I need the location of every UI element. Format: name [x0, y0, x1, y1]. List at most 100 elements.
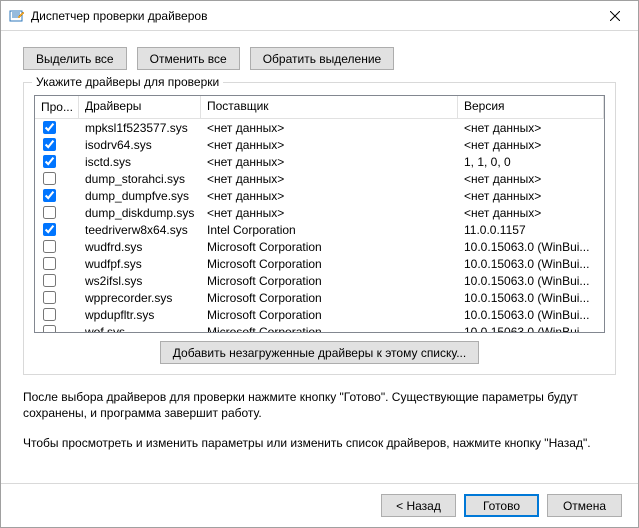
row-version-cell: 10.0.15063.0 (WinBui... — [458, 291, 604, 305]
row-vendor-cell: Microsoft Corporation — [201, 291, 458, 305]
cancel-button[interactable]: Отмена — [547, 494, 622, 517]
row-checkbox-cell — [35, 325, 79, 333]
row-driver-cell: isodrv64.sys — [79, 138, 201, 152]
invert-selection-button[interactable]: Обратить выделение — [250, 47, 395, 70]
row-version-cell: 10.0.15063.0 (WinBui... — [458, 308, 604, 322]
listview-body[interactable]: mpksl1f523577.sys<нет данных><нет данных… — [35, 119, 604, 333]
table-row[interactable]: ws2ifsl.sysMicrosoft Corporation10.0.150… — [35, 272, 604, 289]
row-version-cell: 10.0.15063.0 (WinBui... — [458, 257, 604, 271]
row-driver-cell: dump_diskdump.sys — [79, 206, 201, 220]
info-text: После выбора драйверов для проверки нажм… — [23, 389, 616, 466]
row-checkbox[interactable] — [43, 274, 56, 287]
row-vendor-cell: Intel Corporation — [201, 223, 458, 237]
table-row[interactable]: wudfrd.sysMicrosoft Corporation10.0.1506… — [35, 238, 604, 255]
row-checkbox-cell — [35, 223, 79, 236]
table-row[interactable]: isodrv64.sys<нет данных><нет данных> — [35, 136, 604, 153]
row-checkbox[interactable] — [43, 189, 56, 202]
wizard-button-bar: < Назад Готово Отмена — [1, 483, 638, 527]
app-icon — [9, 8, 25, 24]
row-checkbox-cell — [35, 240, 79, 253]
row-checkbox[interactable] — [43, 325, 56, 333]
row-vendor-cell: Microsoft Corporation — [201, 240, 458, 254]
drivers-groupbox: Укажите драйверы для проверки Про... Дра… — [23, 82, 616, 375]
row-driver-cell: ws2ifsl.sys — [79, 274, 201, 288]
row-checkbox-cell — [35, 206, 79, 219]
add-button-row: Добавить незагруженные драйверы к этому … — [34, 341, 605, 364]
column-header-driver[interactable]: Драйверы — [79, 96, 201, 118]
row-version-cell: 10.0.15063.0 (WinBui... — [458, 274, 604, 288]
row-checkbox-cell — [35, 155, 79, 168]
row-checkbox[interactable] — [43, 223, 56, 236]
row-driver-cell: wof.sys — [79, 325, 201, 334]
row-version-cell: 11.0.0.1157 — [458, 223, 604, 237]
row-checkbox[interactable] — [43, 240, 56, 253]
row-vendor-cell: <нет данных> — [201, 155, 458, 169]
row-checkbox[interactable] — [43, 308, 56, 321]
row-driver-cell: wudfpf.sys — [79, 257, 201, 271]
row-checkbox-cell — [35, 274, 79, 287]
row-driver-cell: isctd.sys — [79, 155, 201, 169]
row-version-cell: 1, 1, 0, 0 — [458, 155, 604, 169]
table-row[interactable]: dump_storahci.sys<нет данных><нет данных… — [35, 170, 604, 187]
table-row[interactable]: dump_diskdump.sys<нет данных><нет данных… — [35, 204, 604, 221]
table-row[interactable]: wpprecorder.sysMicrosoft Corporation10.0… — [35, 289, 604, 306]
window-title: Диспетчер проверки драйверов — [31, 9, 592, 23]
close-icon — [610, 11, 620, 21]
row-checkbox-cell — [35, 291, 79, 304]
row-version-cell: 10.0.15063.0 (WinBui... — [458, 325, 604, 334]
row-driver-cell: mpksl1f523577.sys — [79, 121, 201, 135]
listview-header: Про... Драйверы Поставщик Версия — [35, 96, 604, 119]
row-driver-cell: dump_storahci.sys — [79, 172, 201, 186]
row-driver-cell: wudfrd.sys — [79, 240, 201, 254]
row-checkbox-cell — [35, 308, 79, 321]
row-driver-cell: wpdupfltr.sys — [79, 308, 201, 322]
row-vendor-cell: Microsoft Corporation — [201, 308, 458, 322]
row-checkbox[interactable] — [43, 257, 56, 270]
selection-button-row: Выделить все Отменить все Обратить выдел… — [23, 47, 616, 70]
row-vendor-cell: Microsoft Corporation — [201, 257, 458, 271]
row-checkbox[interactable] — [43, 138, 56, 151]
table-row[interactable]: isctd.sys<нет данных>1, 1, 0, 0 — [35, 153, 604, 170]
row-version-cell: <нет данных> — [458, 172, 604, 186]
window: Диспетчер проверки драйверов Выделить вс… — [0, 0, 639, 528]
row-version-cell: <нет данных> — [458, 206, 604, 220]
deselect-all-button[interactable]: Отменить все — [137, 47, 240, 70]
back-button[interactable]: < Назад — [381, 494, 456, 517]
row-checkbox-cell — [35, 121, 79, 134]
row-vendor-cell: <нет данных> — [201, 189, 458, 203]
row-vendor-cell: Microsoft Corporation — [201, 325, 458, 334]
groupbox-label: Укажите драйверы для проверки — [32, 75, 223, 89]
titlebar: Диспетчер проверки драйверов — [1, 1, 638, 31]
add-unloaded-drivers-button[interactable]: Добавить незагруженные драйверы к этому … — [160, 341, 479, 364]
table-row[interactable]: teedriverw8x64.sysIntel Corporation11.0.… — [35, 221, 604, 238]
row-vendor-cell: <нет данных> — [201, 121, 458, 135]
table-row[interactable]: mpksl1f523577.sys<нет данных><нет данных… — [35, 119, 604, 136]
close-button[interactable] — [592, 1, 638, 31]
row-checkbox-cell — [35, 189, 79, 202]
row-checkbox[interactable] — [43, 172, 56, 185]
column-header-check[interactable]: Про... — [35, 96, 79, 118]
column-header-version[interactable]: Версия — [458, 96, 604, 118]
column-header-vendor[interactable]: Поставщик — [201, 96, 458, 118]
row-checkbox[interactable] — [43, 155, 56, 168]
row-checkbox-cell — [35, 138, 79, 151]
row-vendor-cell: <нет данных> — [201, 138, 458, 152]
select-all-button[interactable]: Выделить все — [23, 47, 127, 70]
row-checkbox[interactable] — [43, 121, 56, 134]
row-checkbox-cell — [35, 257, 79, 270]
table-row[interactable]: wpdupfltr.sysMicrosoft Corporation10.0.1… — [35, 306, 604, 323]
row-vendor-cell: <нет данных> — [201, 206, 458, 220]
table-row[interactable]: wof.sysMicrosoft Corporation10.0.15063.0… — [35, 323, 604, 333]
row-checkbox-cell — [35, 172, 79, 185]
row-version-cell: <нет данных> — [458, 138, 604, 152]
info-paragraph-2: Чтобы просмотреть и изменить параметры и… — [23, 435, 616, 451]
drivers-listview[interactable]: Про... Драйверы Поставщик Версия mpksl1f… — [34, 95, 605, 333]
content-area: Выделить все Отменить все Обратить выдел… — [1, 31, 638, 483]
row-version-cell: <нет данных> — [458, 189, 604, 203]
row-checkbox[interactable] — [43, 206, 56, 219]
table-row[interactable]: dump_dumpfve.sys<нет данных><нет данных> — [35, 187, 604, 204]
row-checkbox[interactable] — [43, 291, 56, 304]
row-version-cell: <нет данных> — [458, 121, 604, 135]
table-row[interactable]: wudfpf.sysMicrosoft Corporation10.0.1506… — [35, 255, 604, 272]
finish-button[interactable]: Готово — [464, 494, 539, 517]
